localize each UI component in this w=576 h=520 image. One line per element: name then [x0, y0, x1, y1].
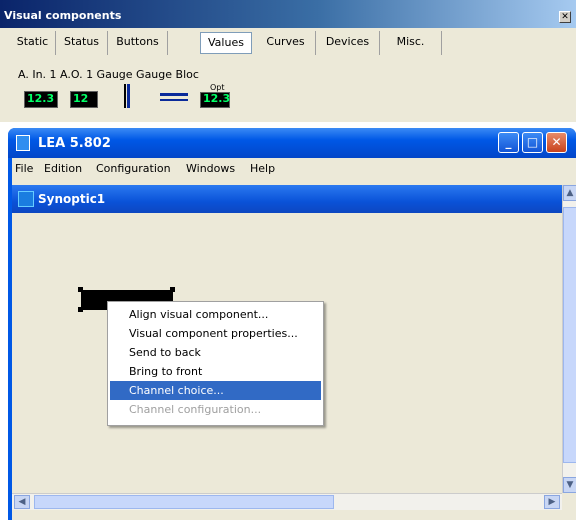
menu-edition[interactable]: Edition	[44, 162, 82, 175]
context-menu: Align visual component... Visual compone…	[107, 301, 324, 426]
analog-input-value: 12.3	[27, 92, 55, 105]
tab-curves[interactable]: Curves	[256, 31, 316, 55]
bloc-badge: Opt	[210, 83, 225, 92]
tab-status[interactable]: Status	[56, 31, 108, 55]
scroll-right-icon[interactable]: ▶	[544, 495, 560, 509]
tab-buttons[interactable]: Buttons	[108, 31, 168, 55]
vertical-scroll-thumb[interactable]	[563, 207, 576, 463]
bloc-icon[interactable]: Opt 12.3	[200, 83, 231, 108]
tab-static[interactable]: Static	[10, 31, 56, 55]
close-button[interactable]: ✕	[546, 132, 567, 153]
menu-item-align-visual-component[interactable]: Align visual component...	[110, 305, 321, 324]
scroll-down-icon[interactable]: ▼	[563, 477, 576, 493]
synoptic-title: Synoptic1	[38, 192, 106, 206]
visual-components-panel: Visual components ✕ Static Status Button…	[0, 0, 576, 122]
visual-components-titlebar[interactable]: Visual components ✕	[0, 0, 576, 28]
menu-file[interactable]: File	[15, 162, 33, 175]
vertical-scrollbar[interactable]: ▲ ▼	[562, 185, 576, 493]
analog-output-icon[interactable]: 12	[70, 91, 98, 108]
maximize-button[interactable]: □	[522, 132, 543, 153]
visual-components-title: Visual components	[4, 9, 122, 22]
menu-help[interactable]: Help	[250, 162, 275, 175]
horizontal-gauge-icon[interactable]	[160, 91, 188, 103]
scroll-up-icon[interactable]: ▲	[563, 185, 576, 201]
synoptic-icon	[18, 191, 34, 207]
lea-titlebar[interactable]: LEA 5.802 _ □ ✕	[8, 128, 576, 158]
menu-item-send-to-back[interactable]: Send to back	[110, 343, 321, 362]
resize-handle[interactable]	[78, 307, 83, 312]
scroll-left-icon[interactable]: ◀	[14, 495, 30, 509]
vertical-gauge-icon[interactable]	[124, 84, 132, 108]
minimize-button[interactable]: _	[498, 132, 519, 153]
tab-devices[interactable]: Devices	[316, 31, 380, 55]
menu-item-visual-component-properties[interactable]: Visual component properties...	[110, 324, 321, 343]
resize-handle[interactable]	[170, 287, 175, 292]
menu-item-bring-to-front[interactable]: Bring to front	[110, 362, 321, 381]
analog-input-icon[interactable]: 12.3	[24, 91, 58, 108]
lea-window-title: LEA 5.802	[38, 136, 111, 151]
menu-configuration[interactable]: Configuration	[96, 162, 171, 175]
component-labels: A. In. 1 A.O. 1 Gauge Gauge Bloc	[18, 68, 199, 81]
analog-output-value: 12	[73, 92, 89, 105]
menu-bar: File Edition Configuration Windows Help	[12, 158, 576, 179]
horizontal-scroll-thumb[interactable]	[34, 495, 334, 509]
synoptic-titlebar[interactable]: Synoptic1	[12, 185, 562, 213]
horizontal-scrollbar[interactable]: ◀ ▶	[12, 493, 562, 510]
menu-item-channel-choice[interactable]: Channel choice...	[110, 381, 321, 400]
menu-windows[interactable]: Windows	[186, 162, 235, 175]
bloc-value: 12.3	[203, 92, 231, 105]
menu-item-channel-configuration[interactable]: Channel configuration...	[110, 400, 321, 419]
tab-misc[interactable]: Misc.	[380, 31, 442, 55]
resize-handle[interactable]	[78, 287, 83, 292]
tab-values[interactable]: Values	[200, 32, 252, 54]
close-icon[interactable]: ✕	[559, 11, 571, 23]
app-icon	[16, 135, 30, 151]
